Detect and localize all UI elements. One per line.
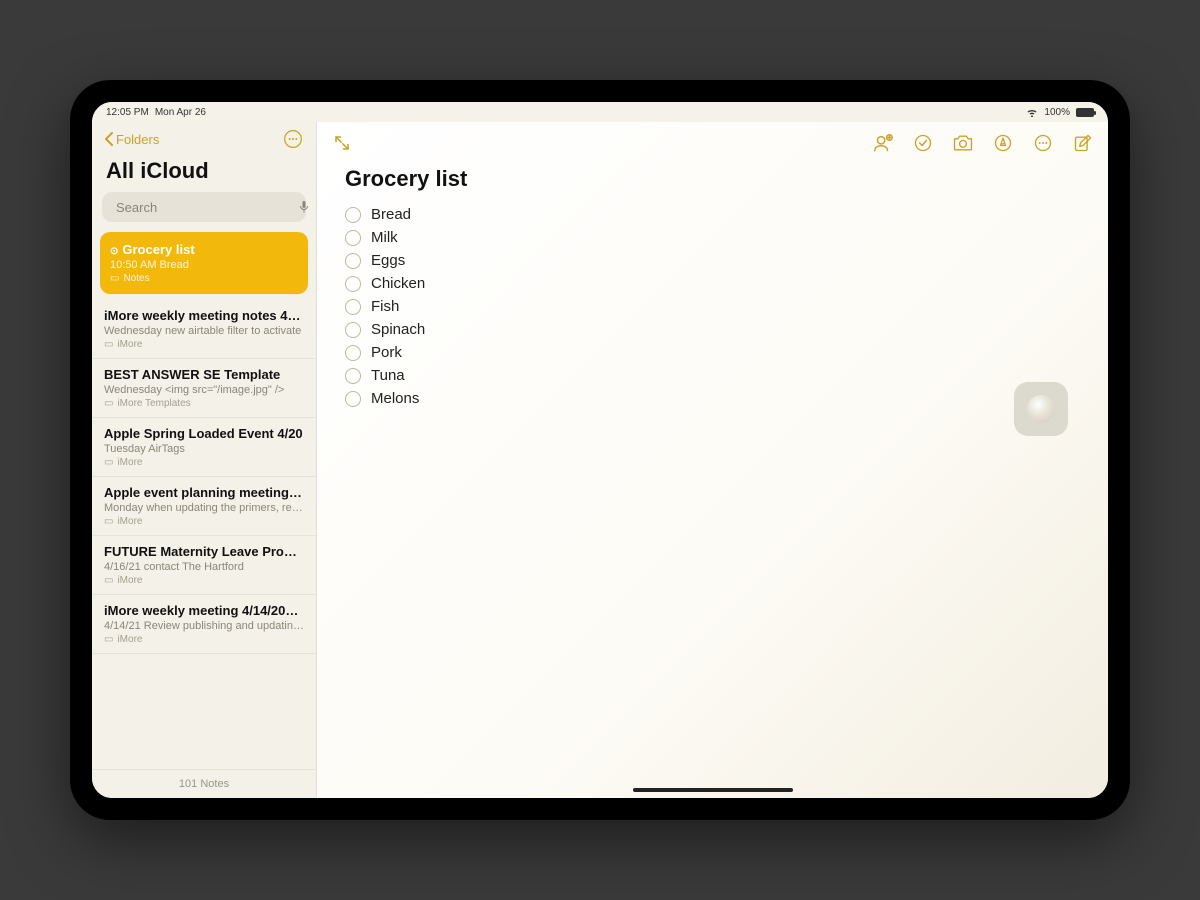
checklist-item[interactable]: Pork [345, 344, 1080, 361]
notes-sidebar: Folders All iCloud ⊙Grocery list 10:50 AM… [92, 122, 317, 798]
note-list-item[interactable]: iMore weekly meeting notes 4/21/20… Wedne… [92, 300, 316, 359]
note-list-item[interactable]: BEST ANSWER SE Template Wednesday <img sr… [92, 359, 316, 418]
checklist-item[interactable]: Eggs [345, 252, 1080, 269]
note-item-folder: ▭iMore [104, 575, 304, 586]
note-item-folder: ▭iMore [104, 634, 304, 645]
wifi-icon [1026, 108, 1038, 117]
search-field[interactable] [102, 192, 306, 222]
checklist-item-label: Pork [371, 344, 402, 361]
note-item-subtitle: Wednesday new airtable filter to activat… [104, 325, 304, 337]
folder-icon: ▭ [104, 457, 113, 468]
screen: 12:05 PM Mon Apr 26 100% Folders [92, 102, 1108, 798]
note-item-title: Apple Spring Loaded Event 4/20 [104, 426, 304, 441]
checkbox-icon[interactable] [345, 322, 361, 338]
checklist-item[interactable]: Bread [345, 206, 1080, 223]
checkbox-icon[interactable] [345, 345, 361, 361]
ipad-frame: 12:05 PM Mon Apr 26 100% Folders [70, 80, 1130, 820]
compose-icon[interactable] [1072, 132, 1094, 154]
back-label: Folders [116, 132, 159, 147]
note-item-subtitle: Monday when updating the primers, rem… [104, 502, 304, 514]
note-list-item[interactable]: Apple event planning meeting notes Monday… [92, 477, 316, 536]
home-indicator[interactable] [633, 788, 793, 792]
checklist-item[interactable]: Tuna [345, 367, 1080, 384]
folder-icon: ▭ [104, 339, 113, 350]
note-item-title: iMore weekly meeting 4/14/2021 not… [104, 603, 304, 618]
folder-icon: ▭ [104, 634, 113, 645]
note-item-subtitle: Tuesday AirTags [104, 443, 304, 455]
checklist-item-label: Spinach [371, 321, 425, 338]
checklist-item-label: Fish [371, 298, 399, 315]
checkbox-icon[interactable] [345, 391, 361, 407]
note-item-title: BEST ANSWER SE Template [104, 367, 304, 382]
checklist-item-label: Tuna [371, 367, 405, 384]
expand-icon[interactable] [331, 132, 353, 154]
checklist-item[interactable]: Melons [345, 390, 1080, 407]
note-item-title: FUTURE Maternity Leave Process a… [104, 544, 304, 559]
more-icon[interactable] [1032, 132, 1054, 154]
checklist-item[interactable]: Milk [345, 229, 1080, 246]
note-item-title: Apple event planning meeting notes [104, 485, 304, 500]
folder-icon: ▭ [110, 273, 119, 284]
folder-icon: ▭ [104, 516, 113, 527]
note-item-title: iMore weekly meeting notes 4/21/20… [104, 308, 304, 323]
note-item-subtitle: 4/16/21 contact The Hartford [104, 561, 304, 573]
note-item-folder: ▭iMore Templates [104, 398, 304, 409]
note-list-item[interactable]: Apple Spring Loaded Event 4/20 Tuesday Ai… [92, 418, 316, 477]
note-list-item[interactable]: ⊙Grocery list 10:50 AM Bread ▭Notes [100, 232, 308, 294]
checkbox-icon[interactable] [345, 299, 361, 315]
notes-count: 101 Notes [92, 769, 316, 798]
note-list-item[interactable]: FUTURE Maternity Leave Process a… 4/16/21… [92, 536, 316, 595]
dictate-icon[interactable] [298, 200, 310, 214]
pin-icon: ⊙ [110, 246, 118, 257]
checklist-item[interactable]: Spinach [345, 321, 1080, 338]
folder-icon: ▭ [104, 575, 113, 586]
checkbox-icon[interactable] [345, 276, 361, 292]
checklist-item[interactable]: Fish [345, 298, 1080, 315]
checkbox-icon[interactable] [345, 368, 361, 384]
note-item-folder: ▭iMore [104, 516, 304, 527]
battery-percent: 100% [1044, 107, 1070, 118]
note-item-folder: ▭iMore [104, 457, 304, 468]
status-time: 12:05 PM [106, 107, 149, 118]
markup-icon[interactable] [992, 132, 1014, 154]
checkbox-icon[interactable] [345, 207, 361, 223]
assistive-touch-button[interactable] [1014, 382, 1068, 436]
note-item-folder: ▭Notes [110, 273, 298, 284]
note-list-item[interactable]: iMore weekly meeting 4/14/2021 not… 4/14/… [92, 595, 316, 654]
folder-icon: ▭ [104, 398, 113, 409]
note-item-subtitle: 4/14/21 Review publishing and updating t… [104, 620, 304, 632]
checklist-icon[interactable] [912, 132, 934, 154]
camera-icon[interactable] [952, 132, 974, 154]
note-body[interactable]: Grocery list Bread Milk Eggs Chicken Fish Spi… [317, 164, 1108, 798]
sidebar-more-button[interactable] [282, 128, 304, 150]
checklist-item-label: Melons [371, 390, 419, 407]
battery-icon [1076, 108, 1094, 117]
notes-list[interactable]: ⊙Grocery list 10:50 AM Bread ▭Notes iMore w… [92, 232, 316, 769]
checklist[interactable]: Bread Milk Eggs Chicken Fish Spinach Pork Tuna M… [345, 206, 1080, 407]
checklist-item-label: Eggs [371, 252, 405, 269]
checkbox-icon[interactable] [345, 230, 361, 246]
checklist-item[interactable]: Chicken [345, 275, 1080, 292]
back-to-folders-button[interactable]: Folders [104, 132, 159, 147]
note-title[interactable]: Grocery list [345, 166, 1080, 192]
note-item-folder: ▭iMore [104, 339, 304, 350]
note-editor: Grocery list Bread Milk Eggs Chicken Fish Spi… [317, 122, 1108, 798]
status-bar: 12:05 PM Mon Apr 26 100% [92, 102, 1108, 122]
checklist-item-label: Chicken [371, 275, 425, 292]
app-content: Folders All iCloud ⊙Grocery list10:50 AM… [92, 122, 1108, 798]
collaborate-icon[interactable] [872, 132, 894, 154]
checklist-item-label: Bread [371, 206, 411, 223]
assistive-touch-dot-icon [1027, 395, 1055, 423]
note-toolbar [317, 122, 1108, 164]
note-item-subtitle: Wednesday <img src="/image.jpg" /> [104, 384, 304, 396]
note-item-subtitle: 10:50 AM Bread [110, 259, 298, 271]
status-date: Mon Apr 26 [155, 107, 206, 118]
note-item-title: ⊙Grocery list [110, 242, 298, 257]
checklist-item-label: Milk [371, 229, 398, 246]
sidebar-title: All iCloud [92, 154, 316, 192]
search-input[interactable] [116, 200, 292, 215]
checkbox-icon[interactable] [345, 253, 361, 269]
